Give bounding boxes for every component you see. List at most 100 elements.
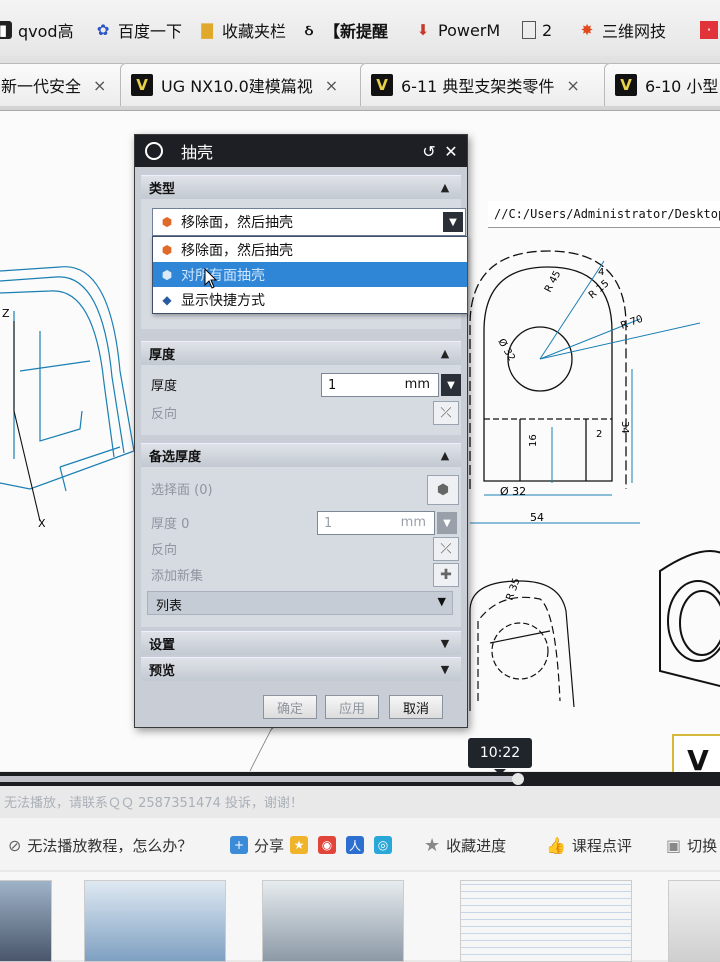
switch-button[interactable]: ▣ 切换 — [666, 832, 717, 858]
tab-strip: 新一代安全 × V UG NX10.0建模篇视 × V 6-11 典型支架类零件… — [0, 56, 720, 111]
qvod-icon: ▮ — [0, 21, 12, 39]
bookmark-notify[interactable]: ઠ 【新提醒 — [300, 18, 388, 42]
qzone-star-icon[interactable]: ★ — [290, 836, 308, 854]
type-option-remove-faces[interactable]: ⬢ 移除面，然后抽壳 — [153, 237, 467, 262]
bookmark-favorites-folder[interactable]: ▇ 收藏夹栏 — [198, 18, 286, 42]
thickness-section-header[interactable]: 厚度 ▲ — [141, 341, 461, 365]
chevron-down-icon[interactable]: ▼ — [443, 212, 463, 232]
settings-section-header[interactable]: 设置 ▼ — [141, 631, 461, 655]
alt-reverse-icon[interactable]: ⤫ — [433, 537, 459, 561]
apply-button[interactable]: 应用 — [325, 695, 379, 719]
shell-feature-icon — [145, 142, 163, 160]
bookmark-qvod[interactable]: ▮ qvod高 — [0, 18, 74, 42]
notify-icon: ઠ — [304, 21, 314, 39]
thumbnail[interactable] — [0, 880, 52, 962]
tab-label: 新一代安全 — [1, 77, 82, 96]
bookmark-baidu[interactable]: ✿ 百度一下 — [94, 18, 182, 42]
thumbs-up-icon: 👍 — [546, 835, 566, 855]
alt-thickness-dropdown-button[interactable]: ▼ — [437, 512, 457, 534]
section-label: 设置 — [149, 638, 176, 653]
tab-close-icon[interactable]: × — [566, 76, 579, 95]
favorite-progress-button[interactable]: ★ 收藏进度 — [424, 832, 506, 858]
dim-16: 16 — [528, 434, 539, 447]
thickness-dropdown-button[interactable]: ▼ — [441, 374, 461, 396]
preview-section-header[interactable]: 预览 ▼ — [141, 657, 461, 681]
shell-all-cube-icon: ⬢ — [161, 267, 173, 282]
x-axis-label: X — [38, 517, 46, 530]
tab-security[interactable]: 新一代安全 × — [0, 63, 128, 106]
alt-reverse-label: 反向 — [151, 543, 178, 558]
type-dropdown-list: ⬢ 移除面，然后抽壳 ⬢ 对所有面抽壳 ◆ 显示快捷方式 — [152, 236, 468, 314]
progress-knob[interactable] — [512, 773, 525, 785]
bookmark-label: PowerM — [438, 20, 501, 40]
tab-close-icon[interactable]: × — [325, 76, 338, 95]
thickness-label: 厚度 — [151, 379, 178, 394]
add-set-label: 添加新集 — [151, 569, 204, 584]
share-plus-icon: + — [230, 836, 248, 854]
thumbnail[interactable] — [262, 880, 404, 962]
reset-icon[interactable]: ↺ — [419, 141, 439, 161]
bookmark-sanwei[interactable]: ✸ 三维网技 — [578, 18, 666, 42]
video-progress-bar[interactable] — [0, 772, 720, 786]
thickness-input[interactable]: 1 mm — [321, 373, 439, 397]
tencent-icon[interactable]: ◎ — [374, 836, 392, 854]
bookmark-powerm[interactable]: ⬇ PowerM — [414, 18, 500, 42]
renren-icon[interactable]: 人 — [346, 836, 364, 854]
weibo-icon[interactable]: ◉ — [318, 836, 336, 854]
close-icon[interactable]: ✕ — [441, 141, 461, 161]
thumbnail[interactable] — [460, 880, 632, 962]
dialog-title-bar[interactable]: 抽壳 ↺ ✕ — [135, 135, 467, 167]
course-review-button[interactable]: 👍 课程点评 — [546, 832, 632, 858]
add-set-icon[interactable]: ✚ — [433, 563, 459, 587]
tab-6-11[interactable]: V 6-11 典型支架类零件 × — [360, 63, 612, 106]
option-label: 显示快捷方式 — [181, 292, 265, 309]
chevron-up-icon[interactable]: ▲ — [435, 178, 455, 196]
help-link[interactable]: ⊘ 无法播放教程，怎么办？ — [8, 832, 192, 858]
remove-face-cube-icon: ⬢ — [161, 215, 173, 229]
bracket-top-view — [469, 580, 575, 711]
reverse-direction-icon[interactable]: ⤫ — [433, 401, 459, 425]
sanwei-icon: ✸ — [580, 21, 594, 39]
dialog-title: 抽壳 — [181, 143, 214, 162]
alt-thickness-section-header[interactable]: 备选厚度 ▲ — [141, 443, 461, 467]
share-label: 分享 — [254, 836, 285, 855]
share-button[interactable]: + 分享 — [230, 832, 284, 858]
chevron-down-icon[interactable]: ▼ — [435, 660, 455, 678]
reverse-label: 反向 — [151, 407, 178, 422]
ok-button[interactable]: 确定 — [263, 695, 317, 719]
bookmark-page[interactable]: 2 — [522, 18, 552, 42]
select-face-cube-icon[interactable]: ⬢ — [427, 475, 459, 505]
type-section-header[interactable]: 类型 ▲ — [141, 175, 461, 199]
v-logo-icon: V — [131, 74, 153, 96]
type-select[interactable]: ⬢ 移除面，然后抽壳 ▼ — [152, 208, 466, 236]
tab-6-10[interactable]: V 6-10 小型 — [604, 63, 720, 106]
isometric-part — [659, 550, 720, 688]
cancel-button[interactable]: 取消 — [389, 695, 443, 719]
list-header[interactable]: 列表 ▼ — [147, 591, 453, 615]
chevron-up-icon[interactable]: ▲ — [435, 446, 455, 464]
type-option-show-shortcuts[interactable]: ◆ 显示快捷方式 — [153, 287, 467, 312]
bookmark-label: qvod高 — [18, 22, 74, 41]
shortcut-diamond-icon: ◆ — [162, 292, 172, 307]
chevron-up-icon[interactable]: ▲ — [435, 344, 455, 362]
chevron-down-icon[interactable]: ▼ — [438, 595, 446, 608]
type-option-shell-all-faces[interactable]: ⬢ 对所有面抽壳 — [153, 262, 467, 287]
select-face-label: 选择面 (0) — [151, 483, 213, 498]
related-thumbnails — [0, 872, 720, 962]
alt-thickness-input[interactable]: 1 mm — [317, 511, 435, 535]
bookmark-label: 【新提醒 — [324, 22, 389, 41]
dimension-lines — [470, 260, 701, 524]
chevron-down-icon[interactable]: ▼ — [435, 634, 455, 652]
alt-thickness-value: 1 — [324, 515, 333, 531]
bookmark-label: 收藏夹栏 — [222, 22, 287, 41]
alt-thickness-label: 厚度 0 — [151, 517, 190, 532]
thickness-unit: mm — [404, 377, 430, 392]
help-text: 无法播放教程，怎么办？ — [27, 836, 193, 855]
thumbnail[interactable] — [84, 880, 226, 962]
tab-ug-nx10[interactable]: V UG NX10.0建模篇视 × — [120, 63, 368, 106]
tab-close-icon[interactable]: × — [93, 76, 106, 95]
dim-r70: R 70 — [619, 314, 644, 332]
dim-r45: R 45 — [543, 269, 563, 294]
bookmark-more[interactable]: · — [700, 18, 718, 42]
thumbnail[interactable] — [668, 880, 720, 962]
